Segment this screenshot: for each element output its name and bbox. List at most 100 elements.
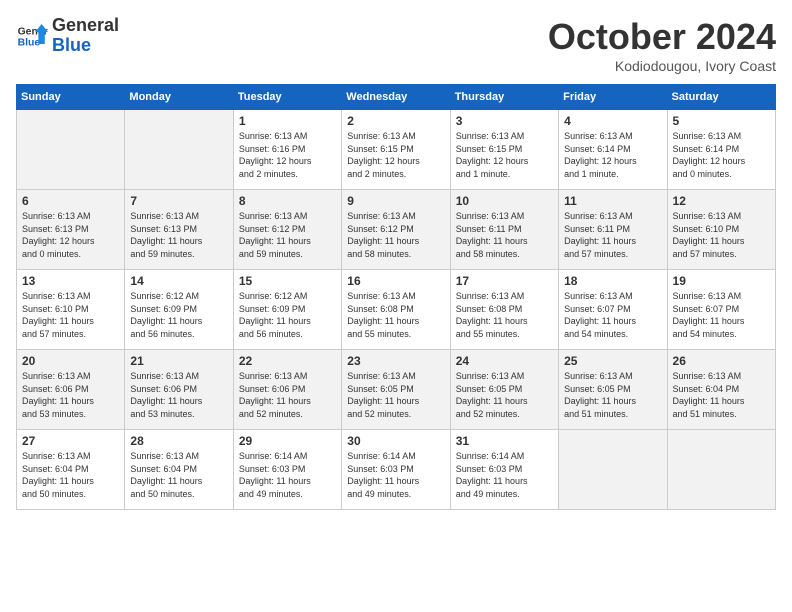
day-number: 2 xyxy=(347,114,444,128)
calendar-week-row: 1 Sunrise: 6:13 AM Sunset: 6:16 PM Daylig… xyxy=(17,110,776,190)
day-info: Sunrise: 6:13 AM Sunset: 6:13 PM Dayligh… xyxy=(130,210,227,260)
logo: General Blue General Blue xyxy=(16,16,119,56)
day-info: Sunrise: 6:13 AM Sunset: 6:06 PM Dayligh… xyxy=(130,370,227,420)
logo-text: General Blue xyxy=(52,16,119,56)
header-row: SundayMondayTuesdayWednesdayThursdayFrid… xyxy=(17,85,776,110)
day-info: Sunrise: 6:13 AM Sunset: 6:04 PM Dayligh… xyxy=(673,370,770,420)
calendar-cell: 7 Sunrise: 6:13 AM Sunset: 6:13 PM Daylig… xyxy=(125,190,233,270)
calendar-cell xyxy=(667,430,775,510)
calendar-week-row: 27 Sunrise: 6:13 AM Sunset: 6:04 PM Dayli… xyxy=(17,430,776,510)
day-info: Sunrise: 6:12 AM Sunset: 6:09 PM Dayligh… xyxy=(239,290,336,340)
calendar-cell: 4 Sunrise: 6:13 AM Sunset: 6:14 PM Daylig… xyxy=(559,110,667,190)
calendar-cell: 1 Sunrise: 6:13 AM Sunset: 6:16 PM Daylig… xyxy=(233,110,341,190)
calendar-cell: 24 Sunrise: 6:13 AM Sunset: 6:05 PM Dayli… xyxy=(450,350,558,430)
weekday-header: Thursday xyxy=(450,85,558,110)
calendar-cell: 15 Sunrise: 6:12 AM Sunset: 6:09 PM Dayli… xyxy=(233,270,341,350)
day-number: 25 xyxy=(564,354,661,368)
calendar-cell: 25 Sunrise: 6:13 AM Sunset: 6:05 PM Dayli… xyxy=(559,350,667,430)
day-info: Sunrise: 6:13 AM Sunset: 6:05 PM Dayligh… xyxy=(456,370,553,420)
logo-icon: General Blue xyxy=(16,20,48,52)
day-info: Sunrise: 6:13 AM Sunset: 6:05 PM Dayligh… xyxy=(347,370,444,420)
calendar-cell: 31 Sunrise: 6:14 AM Sunset: 6:03 PM Dayli… xyxy=(450,430,558,510)
day-info: Sunrise: 6:13 AM Sunset: 6:14 PM Dayligh… xyxy=(564,130,661,180)
day-info: Sunrise: 6:13 AM Sunset: 6:06 PM Dayligh… xyxy=(22,370,119,420)
weekday-header: Friday xyxy=(559,85,667,110)
day-info: Sunrise: 6:13 AM Sunset: 6:11 PM Dayligh… xyxy=(456,210,553,260)
calendar-cell xyxy=(559,430,667,510)
day-number: 27 xyxy=(22,434,119,448)
calendar-cell: 29 Sunrise: 6:14 AM Sunset: 6:03 PM Dayli… xyxy=(233,430,341,510)
day-number: 4 xyxy=(564,114,661,128)
calendar-week-row: 6 Sunrise: 6:13 AM Sunset: 6:13 PM Daylig… xyxy=(17,190,776,270)
day-number: 26 xyxy=(673,354,770,368)
calendar-cell xyxy=(125,110,233,190)
day-info: Sunrise: 6:14 AM Sunset: 6:03 PM Dayligh… xyxy=(347,450,444,500)
title-area: October 2024 Kodiodougou, Ivory Coast xyxy=(548,16,776,74)
day-number: 23 xyxy=(347,354,444,368)
calendar-week-row: 20Sunrise: 6:13 AM Sunset: 6:06 PM Dayli… xyxy=(17,350,776,430)
day-info: Sunrise: 6:13 AM Sunset: 6:04 PM Dayligh… xyxy=(130,450,227,500)
day-info: Sunrise: 6:12 AM Sunset: 6:09 PM Dayligh… xyxy=(130,290,227,340)
day-number: 19 xyxy=(673,274,770,288)
weekday-header: Monday xyxy=(125,85,233,110)
calendar-cell: 11 Sunrise: 6:13 AM Sunset: 6:11 PM Dayli… xyxy=(559,190,667,270)
calendar-cell: 28 Sunrise: 6:13 AM Sunset: 6:04 PM Dayli… xyxy=(125,430,233,510)
weekday-header: Wednesday xyxy=(342,85,450,110)
calendar-cell: 18Sunrise: 6:13 AM Sunset: 6:07 PM Dayli… xyxy=(559,270,667,350)
day-info: Sunrise: 6:13 AM Sunset: 6:15 PM Dayligh… xyxy=(456,130,553,180)
svg-text:Blue: Blue xyxy=(18,37,41,48)
day-number: 3 xyxy=(456,114,553,128)
calendar-cell: 3 Sunrise: 6:13 AM Sunset: 6:15 PM Daylig… xyxy=(450,110,558,190)
calendar-cell: 9Sunrise: 6:13 AM Sunset: 6:12 PM Daylig… xyxy=(342,190,450,270)
calendar-cell: 13Sunrise: 6:13 AM Sunset: 6:10 PM Dayli… xyxy=(17,270,125,350)
day-info: Sunrise: 6:13 AM Sunset: 6:10 PM Dayligh… xyxy=(673,210,770,260)
day-number: 12 xyxy=(673,194,770,208)
month-title: October 2024 xyxy=(548,16,776,58)
calendar-cell: 2 Sunrise: 6:13 AM Sunset: 6:15 PM Daylig… xyxy=(342,110,450,190)
calendar-table: SundayMondayTuesdayWednesdayThursdayFrid… xyxy=(16,84,776,510)
day-number: 15 xyxy=(239,274,336,288)
day-number: 5 xyxy=(673,114,770,128)
day-info: Sunrise: 6:13 AM Sunset: 6:07 PM Dayligh… xyxy=(564,290,661,340)
day-number: 29 xyxy=(239,434,336,448)
calendar-cell: 30 Sunrise: 6:14 AM Sunset: 6:03 PM Dayli… xyxy=(342,430,450,510)
day-number: 11 xyxy=(564,194,661,208)
day-number: 1 xyxy=(239,114,336,128)
day-number: 9 xyxy=(347,194,444,208)
header: General Blue General Blue October 2024 K… xyxy=(16,16,776,74)
calendar-cell: 10Sunrise: 6:13 AM Sunset: 6:11 PM Dayli… xyxy=(450,190,558,270)
day-info: Sunrise: 6:14 AM Sunset: 6:03 PM Dayligh… xyxy=(239,450,336,500)
day-info: Sunrise: 6:13 AM Sunset: 6:08 PM Dayligh… xyxy=(347,290,444,340)
day-info: Sunrise: 6:13 AM Sunset: 6:05 PM Dayligh… xyxy=(564,370,661,420)
day-number: 28 xyxy=(130,434,227,448)
calendar-cell: 20Sunrise: 6:13 AM Sunset: 6:06 PM Dayli… xyxy=(17,350,125,430)
day-info: Sunrise: 6:13 AM Sunset: 6:10 PM Dayligh… xyxy=(22,290,119,340)
calendar-cell: 22Sunrise: 6:13 AM Sunset: 6:06 PM Dayli… xyxy=(233,350,341,430)
calendar-header: SundayMondayTuesdayWednesdayThursdayFrid… xyxy=(17,85,776,110)
calendar-cell: 12 Sunrise: 6:13 AM Sunset: 6:10 PM Dayli… xyxy=(667,190,775,270)
day-number: 14 xyxy=(130,274,227,288)
day-info: Sunrise: 6:13 AM Sunset: 6:11 PM Dayligh… xyxy=(564,210,661,260)
day-number: 7 xyxy=(130,194,227,208)
day-info: Sunrise: 6:13 AM Sunset: 6:06 PM Dayligh… xyxy=(239,370,336,420)
calendar-cell: 26 Sunrise: 6:13 AM Sunset: 6:04 PM Dayli… xyxy=(667,350,775,430)
calendar-week-row: 13Sunrise: 6:13 AM Sunset: 6:10 PM Dayli… xyxy=(17,270,776,350)
weekday-header: Tuesday xyxy=(233,85,341,110)
day-info: Sunrise: 6:13 AM Sunset: 6:16 PM Dayligh… xyxy=(239,130,336,180)
location: Kodiodougou, Ivory Coast xyxy=(548,58,776,74)
day-info: Sunrise: 6:13 AM Sunset: 6:08 PM Dayligh… xyxy=(456,290,553,340)
day-number: 16 xyxy=(347,274,444,288)
weekday-header: Sunday xyxy=(17,85,125,110)
day-number: 24 xyxy=(456,354,553,368)
day-number: 6 xyxy=(22,194,119,208)
day-info: Sunrise: 6:14 AM Sunset: 6:03 PM Dayligh… xyxy=(456,450,553,500)
calendar-cell: 16 Sunrise: 6:13 AM Sunset: 6:08 PM Dayli… xyxy=(342,270,450,350)
day-number: 30 xyxy=(347,434,444,448)
calendar-cell: 27Sunrise: 6:13 AM Sunset: 6:04 PM Dayli… xyxy=(17,430,125,510)
weekday-header: Saturday xyxy=(667,85,775,110)
day-number: 17 xyxy=(456,274,553,288)
day-number: 31 xyxy=(456,434,553,448)
day-info: Sunrise: 6:13 AM Sunset: 6:13 PM Dayligh… xyxy=(22,210,119,260)
calendar-cell: 6 Sunrise: 6:13 AM Sunset: 6:13 PM Daylig… xyxy=(17,190,125,270)
day-info: Sunrise: 6:13 AM Sunset: 6:15 PM Dayligh… xyxy=(347,130,444,180)
